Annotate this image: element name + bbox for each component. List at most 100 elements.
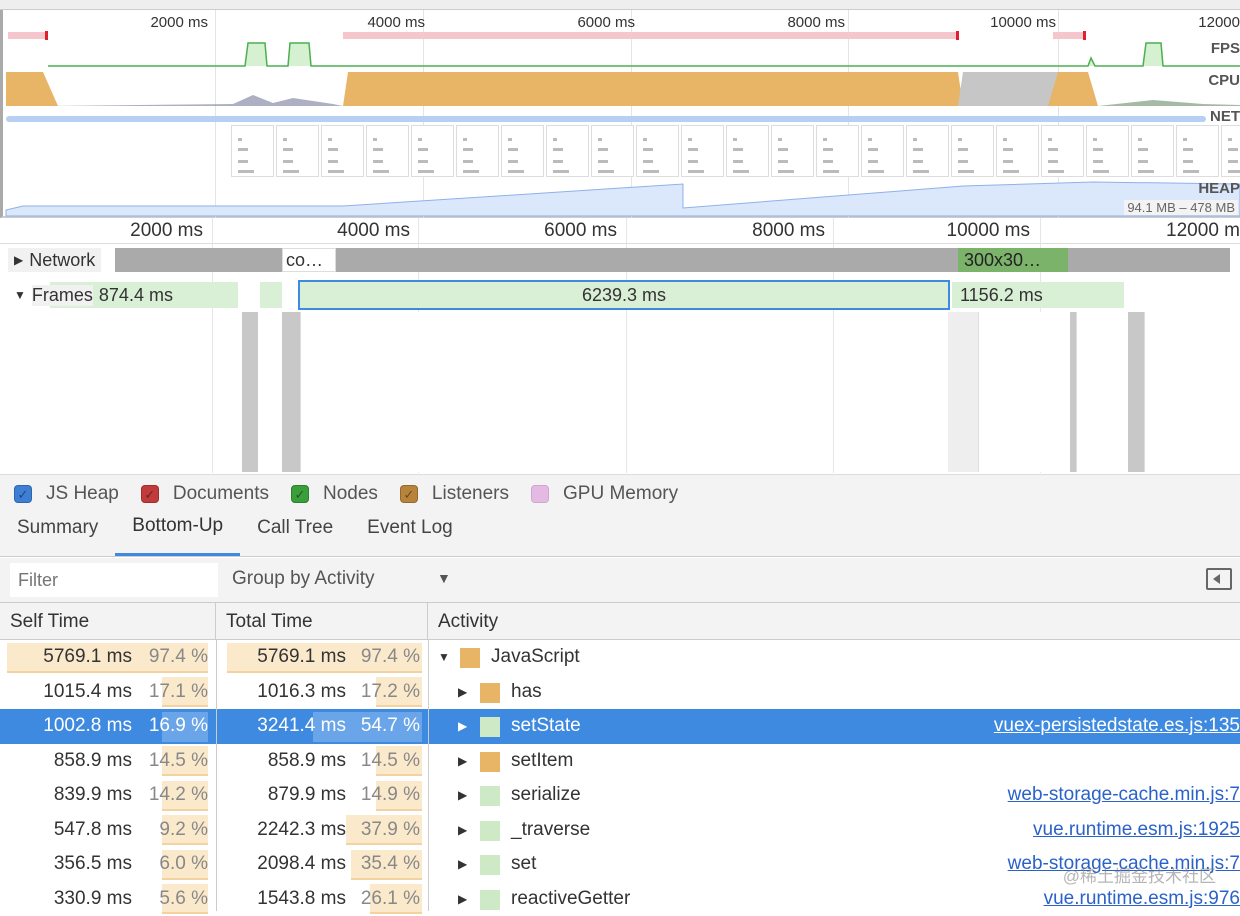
screenshot-thumbnail[interactable] <box>726 125 769 177</box>
total-time-cell: 2242.3 ms37.9 % <box>216 813 428 848</box>
checkbox[interactable]: ✓ <box>14 485 32 503</box>
screenshot-thumbnail[interactable] <box>816 125 859 177</box>
counter-toggle-gpu-memory[interactable]: GPU Memory <box>531 483 678 505</box>
tab-event-log[interactable]: Event Log <box>350 511 470 556</box>
table-row[interactable]: 1015.4 ms17.1 %1016.3 ms17.2 %▶has <box>0 675 1240 710</box>
toggle-sidebar-icon[interactable] <box>1206 568 1232 590</box>
self-time-cell: 356.5 ms6.0 % <box>0 847 216 882</box>
frames-track-toggle[interactable]: ▼ Frames 874.4 ms <box>8 282 173 308</box>
overview-graphs <box>3 10 1240 218</box>
screenshot-thumbnail[interactable] <box>951 125 994 177</box>
table-row[interactable]: 547.8 ms9.2 %2242.3 ms37.9 %▶_traversevu… <box>0 813 1240 848</box>
total-time-pct: 97.4 % <box>342 640 420 675</box>
screenshot-thumbnail[interactable] <box>1086 125 1129 177</box>
source-link[interactable]: vue.runtime.esm.js:1925 <box>1033 813 1240 848</box>
screenshot-thumbnail[interactable] <box>366 125 409 177</box>
screenshot-thumbnail[interactable] <box>321 125 364 177</box>
self-time-cell: 547.8 ms9.2 % <box>0 813 216 848</box>
expand-triangle-icon[interactable]: ▶ <box>458 675 467 710</box>
timeline-overview[interactable]: 2000 ms 4000 ms 6000 ms 8000 ms 10000 ms… <box>0 10 1240 218</box>
ruler-tick: 6000 ms <box>517 220 617 242</box>
total-time-pct: 54.7 % <box>342 709 420 744</box>
tab-call-tree[interactable]: Call Tree <box>240 511 350 556</box>
screenshot-thumbnail[interactable] <box>681 125 724 177</box>
self-time-pct: 9.2 % <box>130 813 208 848</box>
tab-bottom-up[interactable]: Bottom-Up <box>115 511 240 556</box>
net-track-label: NET <box>1210 108 1240 125</box>
network-track-toggle[interactable]: ▶ Network <box>8 248 101 272</box>
frame-selected[interactable]: 6239.3 ms <box>298 280 950 310</box>
expand-triangle-icon[interactable]: ▶ <box>458 709 467 744</box>
network-track[interactable]: co… 300x30… ▶ Network <box>0 246 1240 274</box>
expand-triangle-icon[interactable]: ▶ <box>458 813 467 848</box>
table-row[interactable]: 839.9 ms14.2 %879.9 ms14.9 %▶serializewe… <box>0 778 1240 813</box>
screenshot-thumbnail[interactable] <box>1041 125 1084 177</box>
total-time-pct: 17.2 % <box>342 675 420 710</box>
table-row[interactable]: 1002.8 ms16.9 %3241.4 ms54.7 %▶setStatev… <box>0 709 1240 744</box>
fps-long-frame-markers <box>8 31 1086 40</box>
source-link[interactable]: web-storage-cache.min.js:7 <box>1008 778 1240 813</box>
category-swatch-icon <box>480 752 500 772</box>
table-row[interactable]: 858.9 ms14.5 %858.9 ms14.5 %▶setItem <box>0 744 1240 779</box>
table-row[interactable]: 356.5 ms6.0 %2098.4 ms35.4 %▶setweb-stor… <box>0 847 1240 882</box>
network-request[interactable]: co… <box>282 248 336 272</box>
self-time-header[interactable]: Self Time <box>0 603 216 640</box>
screenshot-thumbnail[interactable] <box>996 125 1039 177</box>
group-by-select[interactable]: Group by Activity <box>232 568 375 590</box>
counter-toggle-nodes[interactable]: ✓Nodes <box>291 483 378 505</box>
total-time-cell: 5769.1 ms97.4 % <box>216 640 428 675</box>
screenshot-thumbnail[interactable] <box>771 125 814 177</box>
frame[interactable]: 874.4 ms <box>99 285 173 306</box>
heap-graph <box>6 182 1240 216</box>
screenshot-thumbnail[interactable] <box>231 125 274 177</box>
checkbox[interactable]: ✓ <box>141 485 159 503</box>
counter-label: Listeners <box>432 483 509 505</box>
ruler-tick: 8000 ms <box>725 220 825 242</box>
total-time-header[interactable]: Total Time <box>216 603 428 640</box>
screenshot-thumbnail[interactable] <box>906 125 949 177</box>
counter-toggle-js-heap[interactable]: ✓ JS Heap <box>14 483 119 505</box>
checkbox[interactable]: ✓ <box>400 485 418 503</box>
screenshot-thumbnail[interactable] <box>1131 125 1174 177</box>
screenshot-thumbnail[interactable] <box>1221 125 1240 177</box>
expand-triangle-icon[interactable]: ▶ <box>458 847 467 882</box>
activity-name: setState <box>511 709 581 744</box>
self-time-pct: 16.9 % <box>130 709 208 744</box>
self-time-cell: 839.9 ms14.2 % <box>0 778 216 813</box>
self-time-ms: 1015.4 ms <box>2 675 132 710</box>
counter-label: JS Heap <box>46 483 119 505</box>
screenshot-thumbnail[interactable] <box>411 125 454 177</box>
screenshot-thumbnail[interactable] <box>456 125 499 177</box>
total-time-pct: 37.9 % <box>342 813 420 848</box>
expand-triangle-icon: ▶ <box>14 253 23 267</box>
dropdown-arrow-icon[interactable]: ▼ <box>437 570 451 586</box>
frame[interactable]: 1156.2 ms <box>952 282 1124 308</box>
expand-triangle-icon[interactable]: ▶ <box>458 778 467 813</box>
counter-toggle-documents[interactable]: ✓Documents <box>141 483 269 505</box>
screenshot-thumbnail[interactable] <box>276 125 319 177</box>
self-time-pct: 14.2 % <box>130 778 208 813</box>
category-swatch-icon <box>480 890 500 910</box>
screenshot-thumbnail[interactable] <box>501 125 544 177</box>
category-swatch-icon <box>480 683 500 703</box>
filter-input[interactable] <box>10 563 218 597</box>
checkbox[interactable]: ✓ <box>291 485 309 503</box>
network-request[interactable]: 300x30… <box>958 248 1068 272</box>
expand-triangle-icon[interactable]: ▶ <box>458 744 467 779</box>
activity-header[interactable]: Activity <box>428 603 1240 640</box>
self-time-pct: 6.0 % <box>130 847 208 882</box>
counter-toggle-listeners[interactable]: ✓ Listeners <box>400 483 509 505</box>
table-row[interactable]: 5769.1 ms97.4 %5769.1 ms97.4 %▼JavaScrip… <box>0 640 1240 675</box>
screenshot-thumbnail[interactable] <box>636 125 679 177</box>
screenshot-thumbnail[interactable] <box>591 125 634 177</box>
frames-track[interactable]: 6239.3 ms 1156.2 ms ▼ Frames 874.4 ms <box>0 278 1240 312</box>
screenshot-thumbnail[interactable] <box>1176 125 1219 177</box>
screenshot-thumbnail[interactable] <box>546 125 589 177</box>
checkbox[interactable] <box>531 485 549 503</box>
source-link[interactable]: vuex-persistedstate.es.js:135 <box>994 709 1240 744</box>
collapse-triangle-icon[interactable]: ▼ <box>438 640 450 675</box>
tab-summary[interactable]: Summary <box>0 511 115 556</box>
self-time-cell: 5769.1 ms97.4 % <box>0 640 216 675</box>
screenshot-thumbnail[interactable] <box>861 125 904 177</box>
table-header: Self Time Total Time Activity <box>0 603 1240 640</box>
